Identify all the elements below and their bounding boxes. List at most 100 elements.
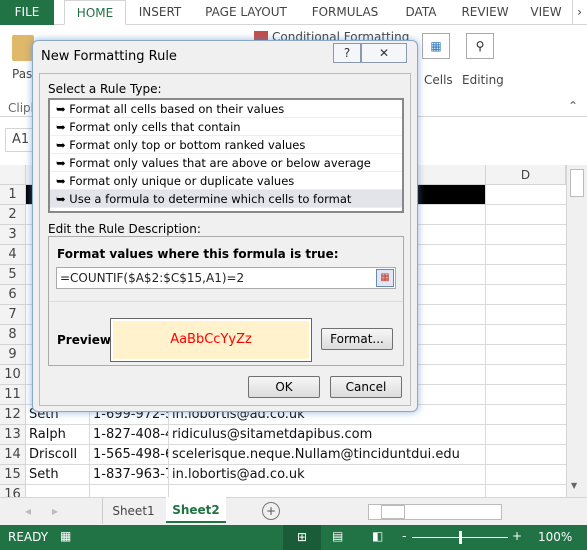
cell-d[interactable] [486, 245, 566, 265]
cell-d[interactable] [486, 205, 566, 225]
rule-type-label: Format only top or bottom ranked values [69, 138, 306, 152]
zoom-slider-thumb[interactable] [459, 531, 462, 544]
sheet-tab-sheet2[interactable]: Sheet2 [166, 497, 226, 523]
rule-type-list[interactable]: ➥ Format all cells based on their values… [48, 98, 404, 213]
cells-group[interactable]: Cells [424, 73, 453, 87]
normal-view-icon[interactable]: ⊞ [283, 525, 321, 550]
rule-type-item[interactable]: ➥ Format only unique or duplicate values [50, 172, 402, 190]
tab-insert[interactable]: INSERT [132, 0, 188, 25]
cell-c[interactable]: in.lobortis@ad.co.uk [169, 465, 486, 485]
tab-page-layout[interactable]: PAGE LAYOUT [198, 0, 294, 25]
cell-d[interactable] [486, 465, 566, 485]
cancel-button[interactable]: Cancel [330, 376, 402, 398]
select-rule-type-label: Select a Rule Type: [48, 82, 162, 96]
rule-type-item[interactable]: ➥ Format only top or bottom ranked value… [50, 136, 402, 154]
cell-b[interactable]: 1-837-963-7620 [90, 465, 169, 485]
row-header[interactable]: 14 [0, 445, 26, 465]
format-button[interactable]: Format... [321, 328, 393, 350]
rule-type-item[interactable]: ➥ Format only values that are above or b… [50, 154, 402, 172]
cell-d[interactable] [486, 445, 566, 465]
close-button[interactable]: ✕ [361, 43, 407, 63]
cell-a[interactable]: Seth [26, 465, 90, 485]
new-sheet-icon[interactable]: + [262, 502, 280, 520]
cell-c[interactable]: scelerisque.neque.Nullam@tinciduntdui.ed… [169, 445, 486, 465]
ok-button[interactable]: OK [248, 376, 320, 398]
cell-d[interactable] [486, 285, 566, 305]
row-header[interactable]: 15 [0, 465, 26, 485]
row-header[interactable]: 2 [0, 205, 26, 225]
paste-icon[interactable] [12, 35, 34, 61]
cell-b[interactable]: 1-565-498-6509 [90, 445, 169, 465]
cell-d[interactable] [486, 385, 566, 405]
rule-type-label: Format only values that are above or bel… [69, 156, 371, 170]
tab-view[interactable]: VIEW [524, 0, 568, 25]
row-header[interactable]: 4 [0, 245, 26, 265]
rule-type-item[interactable]: ➥ Use a formula to determine which cells… [50, 190, 402, 208]
row-header[interactable]: 12 [0, 405, 26, 425]
editing-group[interactable]: Editing [462, 73, 504, 87]
tab-review[interactable]: REVIEW [456, 0, 514, 25]
formula-input[interactable]: =COUNTIF($A$2:$C$15,A1)=2 ▦ [56, 267, 396, 289]
row-header[interactable]: 1 [0, 185, 26, 205]
find-binoculars-icon[interactable]: ⚲ [466, 33, 494, 59]
row-header[interactable]: 10 [0, 365, 26, 385]
zoom-in-icon[interactable]: + [512, 529, 522, 543]
rule-type-item[interactable]: ➥ Format all cells based on their values [50, 100, 402, 118]
cell-d[interactable] [486, 225, 566, 245]
row-header[interactable]: 6 [0, 285, 26, 305]
prev-sheet-icon[interactable]: ◂ [25, 504, 31, 518]
zoom-level[interactable]: 100% [538, 530, 572, 544]
cell-d[interactable] [486, 425, 566, 445]
select-all-corner[interactable] [0, 165, 26, 185]
cell-d[interactable] [486, 345, 566, 365]
scroll-down-icon[interactable]: ▼ [571, 481, 577, 490]
row-header[interactable]: 13 [0, 425, 26, 445]
rule-type-label: Format only cells that contain [69, 120, 241, 134]
macro-recording-icon[interactable]: ▦ [60, 529, 71, 543]
cell-d[interactable] [486, 365, 566, 385]
row-header[interactable]: 8 [0, 325, 26, 345]
cell-a[interactable]: Ralph [26, 425, 90, 445]
table-row: 16 [0, 485, 566, 497]
tab-file[interactable]: FILE [0, 0, 54, 25]
row-header[interactable]: 7 [0, 305, 26, 325]
sheet-tab-sheet1[interactable]: Sheet1 [102, 498, 164, 524]
rule-type-item[interactable]: ➥ Format only cells that contain [50, 118, 402, 136]
row-header[interactable]: 16 [0, 485, 26, 497]
column-header-d[interactable]: D [486, 165, 566, 185]
cell-d[interactable] [486, 185, 566, 205]
collapse-dialog-range-icon[interactable]: ▦ [376, 269, 394, 287]
next-sheet-icon[interactable]: ▸ [52, 504, 58, 518]
cell-c[interactable]: ridiculus@sitametdapibus.com [169, 425, 486, 445]
row-header[interactable]: 11 [0, 385, 26, 405]
cell-c[interactable] [169, 485, 486, 497]
help-button[interactable]: ? [333, 43, 361, 63]
cells-icon[interactable]: ▦ [422, 33, 450, 59]
collapse-ribbon-icon[interactable]: ⌃ [568, 99, 578, 113]
cell-a[interactable]: Driscoll [26, 445, 90, 465]
tab-data[interactable]: DATA [396, 0, 446, 25]
page-layout-view-icon[interactable]: ▤ [332, 529, 343, 543]
cell-d[interactable] [486, 265, 566, 285]
vertical-scrollbar[interactable]: ▼ [566, 165, 587, 497]
cell-b[interactable]: 1-827-408-4575 [90, 425, 169, 445]
row-header[interactable]: 3 [0, 225, 26, 245]
table-row: 13 Ralph 1-827-408-4575 ridiculus@sitame… [0, 425, 566, 445]
page-break-view-icon[interactable]: ◧ [372, 529, 383, 543]
horizontal-scrollbar[interactable] [368, 504, 502, 520]
row-header[interactable]: 9 [0, 345, 26, 365]
zoom-out-icon[interactable]: - [402, 529, 406, 543]
tab-home[interactable]: HOME [64, 0, 126, 25]
cell-b[interactable] [90, 485, 169, 497]
tab-formulas[interactable]: FORMULAS [305, 0, 385, 25]
cell-d[interactable] [486, 485, 566, 497]
row-header[interactable]: 5 [0, 265, 26, 285]
cell-d[interactable] [486, 325, 566, 345]
scroll-thumb[interactable] [570, 169, 584, 197]
cell-d[interactable] [486, 305, 566, 325]
scroll-tabs-right-icon[interactable]: › [572, 0, 586, 25]
arrow-icon: ➥ [56, 174, 70, 188]
h-scroll-thumb[interactable] [381, 505, 405, 519]
cell-a[interactable] [26, 485, 90, 497]
cell-d[interactable] [486, 405, 566, 425]
